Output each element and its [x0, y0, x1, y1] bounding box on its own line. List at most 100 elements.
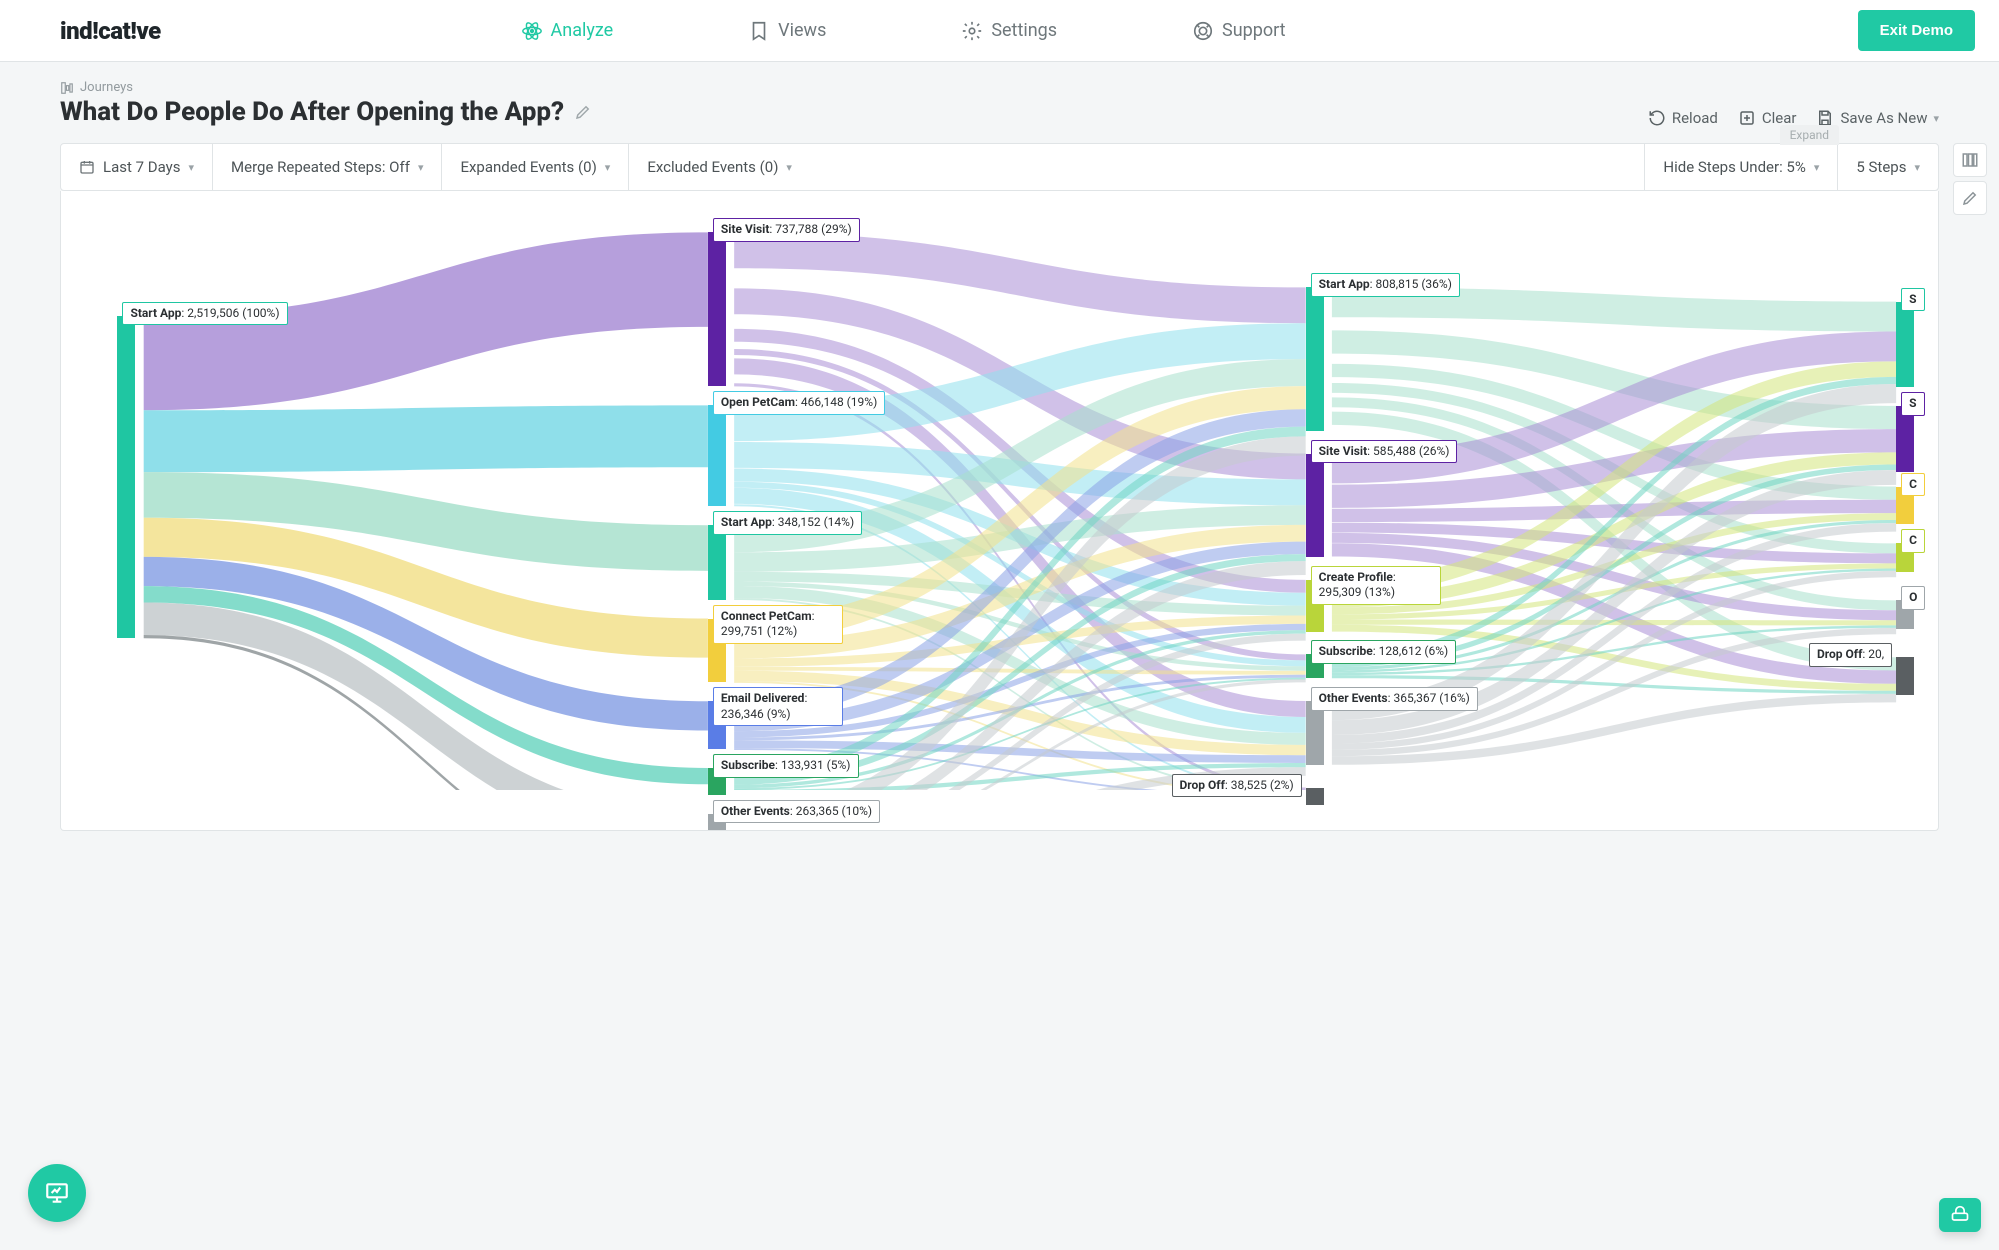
sankey-node[interactable]: Other Events: 365,367 (16%): [1306, 701, 1324, 765]
right-rail: [1953, 143, 1987, 215]
sankey-node-label: Create Profile: 295,309 (13%): [1311, 566, 1441, 605]
columns-button[interactable]: [1953, 143, 1987, 177]
sankey-node[interactable]: Site Visit: 585,488 (26%): [1306, 454, 1324, 558]
sankey-node-label: S: [1901, 392, 1924, 416]
sankey-node[interactable]: Other Events: 263,365 (10%): [708, 814, 726, 831]
sankey-node-bar: [1306, 287, 1324, 430]
expanded-events-filter[interactable]: Expanded Events (0) ▾: [442, 144, 629, 190]
pencil-icon[interactable]: [574, 103, 592, 121]
sankey-node[interactable]: Subscribe: 133,931 (5%): [708, 768, 726, 795]
save-as-new-label: Save As New: [1840, 109, 1927, 127]
nav-analyze-label: Analyze: [551, 20, 614, 41]
sankey-node-label: S: [1901, 288, 1924, 312]
app-header: ind!cat!ve Analyze Views Settings Suppor…: [0, 0, 1999, 62]
reload-action[interactable]: Reload: [1648, 109, 1718, 127]
sankey-node[interactable]: Drop Off: 20,: [1896, 657, 1914, 695]
brand-logo: ind!cat!ve: [60, 17, 161, 45]
excluded-events-filter[interactable]: Excluded Events (0) ▾: [629, 144, 810, 190]
nav-settings[interactable]: Settings: [961, 20, 1057, 42]
sankey-node-label: C: [1901, 473, 1925, 497]
chevron-down-icon: ▾: [1814, 161, 1820, 174]
sankey-link[interactable]: [144, 405, 708, 472]
columns-icon: [1961, 151, 1979, 169]
sankey-node[interactable]: Start App: 808,815 (36%): [1306, 287, 1324, 430]
sankey-node-label: C: [1901, 529, 1925, 553]
filter-toolbar: Last 7 Days ▾ Merge Repeated Steps: Off …: [60, 143, 1939, 191]
toolbar-wrap: Expand Last 7 Days ▾ Merge Repeated Step…: [60, 143, 1939, 191]
sankey-node-bar: [1896, 657, 1914, 695]
sankey-chart[interactable]: Start App: 2,519,506 (100%) Site Visit: 7…: [81, 221, 1918, 790]
sankey-node-label: Start App: 348,152 (14%): [713, 511, 862, 535]
page-title: What Do People Do After Opening the App?: [60, 97, 592, 127]
sankey-node-label: Start App: 2,519,506 (100%): [122, 302, 287, 326]
bookmark-icon: [748, 20, 770, 42]
steps-filter[interactable]: 5 Steps ▾: [1838, 144, 1938, 190]
sankey-node[interactable]: Connect PetCam: 299,751 (12%): [708, 619, 726, 683]
sankey-node[interactable]: O: [1896, 600, 1914, 628]
reload-icon: [1648, 109, 1666, 127]
expanded-events-label: Expanded Events (0): [460, 158, 596, 176]
sankey-node-label: Other Events: 263,365 (10%): [713, 800, 880, 824]
breadcrumb[interactable]: Journeys: [60, 80, 592, 95]
sankey-chart-card: Start App: 2,519,506 (100%) Site Visit: 7…: [60, 191, 1939, 831]
help-icon: [1950, 1205, 1970, 1225]
sankey-node[interactable]: Site Visit: 737,788 (29%): [708, 232, 726, 386]
sankey-node-label: Open PetCam: 466,148 (19%): [713, 391, 885, 415]
sankey-node[interactable]: Open PetCam: 466,148 (19%): [708, 405, 726, 506]
nav-views-label: Views: [778, 20, 826, 41]
sankey-node-label: Site Visit: 737,788 (29%): [713, 218, 860, 242]
sankey-node-bar: [1896, 302, 1914, 387]
nav-views[interactable]: Views: [748, 20, 826, 42]
exit-demo-button[interactable]: Exit Demo: [1858, 10, 1975, 51]
sankey-node[interactable]: Create Profile: 295,309 (13%): [1306, 580, 1324, 632]
merge-repeated-label: Merge Repeated Steps: Off: [231, 158, 410, 176]
sankey-node-label: Drop Off: 20,: [1809, 643, 1892, 667]
help-fab[interactable]: [1939, 1198, 1981, 1232]
sankey-node-label: Subscribe: 128,612 (6%): [1311, 640, 1457, 664]
journeys-icon: [60, 81, 74, 95]
sankey-node[interactable]: Start App: 348,152 (14%): [708, 525, 726, 599]
presentation-fab[interactable]: [28, 1164, 86, 1222]
sankey-node[interactable]: S: [1896, 302, 1914, 387]
sankey-node-bar: [708, 525, 726, 599]
steps-label: 5 Steps: [1856, 158, 1906, 176]
clear-icon: [1738, 109, 1756, 127]
sankey-node-label: Email Delivered: 236,346 (9%): [713, 687, 843, 726]
chevron-down-icon: ▾: [786, 161, 792, 174]
breadcrumb-label: Journeys: [80, 80, 133, 95]
sankey-node[interactable]: Email Delivered: 236,346 (9%): [708, 701, 726, 749]
lifebuoy-icon: [1192, 20, 1214, 42]
sankey-node-label: Site Visit: 585,488 (26%): [1311, 440, 1458, 464]
sankey-node-bar: [1896, 406, 1914, 472]
hide-steps-filter[interactable]: Hide Steps Under: 5% ▾: [1644, 144, 1838, 190]
nav-support-label: Support: [1222, 20, 1286, 41]
sankey-node[interactable]: S: [1896, 406, 1914, 472]
sankey-node[interactable]: C: [1896, 487, 1914, 525]
sankey-node-bar: [117, 316, 135, 638]
merge-repeated-filter[interactable]: Merge Repeated Steps: Off ▾: [213, 144, 442, 190]
sankey-node-bar: [1306, 454, 1324, 558]
date-range-filter[interactable]: Last 7 Days ▾: [61, 144, 213, 190]
nav-analyze[interactable]: Analyze: [521, 20, 614, 42]
sankey-node[interactable]: C: [1896, 543, 1914, 571]
expand-toggle[interactable]: Expand: [1780, 125, 1839, 145]
atom-icon: [521, 20, 543, 42]
sankey-node[interactable]: Subscribe: 128,612 (6%): [1306, 654, 1324, 678]
sankey-node-label: O: [1901, 586, 1925, 610]
excluded-events-label: Excluded Events (0): [647, 158, 778, 176]
sankey-node[interactable]: Drop Off: 38,525 (2%): [1306, 788, 1324, 805]
sankey-node-label: Connect PetCam: 299,751 (12%): [713, 605, 843, 644]
edit-button[interactable]: [1953, 181, 1987, 215]
sankey-node-bar: [708, 405, 726, 506]
chevron-down-icon: ▾: [1914, 161, 1920, 174]
nav-support[interactable]: Support: [1192, 20, 1286, 42]
page-title-text: What Do People Do After Opening the App?: [60, 97, 564, 127]
chevron-down-icon: ▾: [418, 161, 424, 174]
sankey-node-label: Subscribe: 133,931 (5%): [713, 754, 859, 778]
sankey-node-label: Start App: 808,815 (36%): [1311, 273, 1460, 297]
sankey-node-label: Drop Off: 38,525 (2%): [1172, 774, 1302, 798]
chevron-down-icon: ▾: [189, 161, 195, 174]
presentation-icon: [44, 1180, 70, 1206]
sankey-node[interactable]: Start App: 2,519,506 (100%): [117, 316, 135, 638]
sankey-node-label: Other Events: 365,367 (16%): [1311, 687, 1478, 711]
